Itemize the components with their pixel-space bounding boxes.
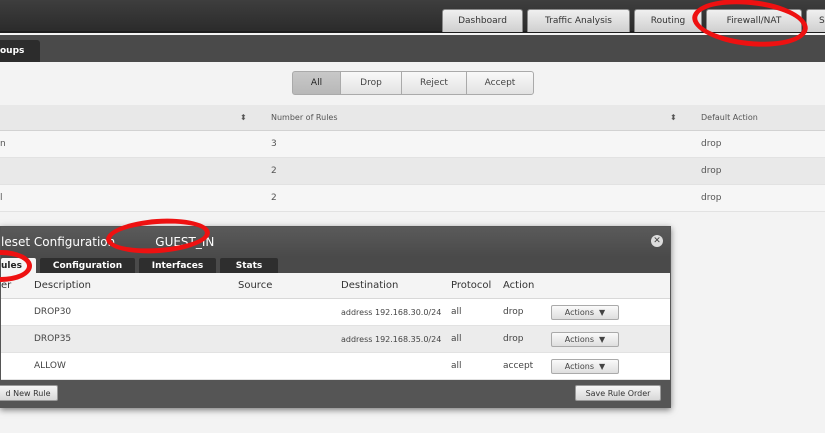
filter-drop-button[interactable]: Drop xyxy=(340,71,402,95)
ruleset-name: n xyxy=(0,139,6,149)
column-header-default-action[interactable]: Default Action xyxy=(701,105,758,130)
rule-destination: address 192.168.35.0/24 xyxy=(341,334,442,344)
column-header-destination[interactable]: Destination xyxy=(341,273,398,298)
filter-all-button[interactable]: All xyxy=(292,71,341,95)
tab-services[interactable]: Se xyxy=(806,9,825,32)
rule-protocol: all xyxy=(451,307,462,317)
table-row[interactable]: DROP30 address 192.168.30.0/24 all drop … xyxy=(1,299,670,326)
sort-icon[interactable]: ⬍ xyxy=(240,113,247,122)
tab-dashboard[interactable]: Dashboard xyxy=(442,9,523,32)
rules-table-header: er Description Source Destination Protoc… xyxy=(1,273,670,299)
default-action: drop xyxy=(701,139,722,149)
caret-down-icon: ▼ xyxy=(599,308,606,317)
caret-down-icon: ▼ xyxy=(599,362,606,371)
column-header-description[interactable]: Description xyxy=(34,273,91,298)
subtab-groups[interactable]: oups xyxy=(0,40,40,62)
rule-protocol: all xyxy=(451,334,462,344)
rule-description: ALLOW xyxy=(34,361,66,371)
tab-interfaces[interactable]: Interfaces xyxy=(139,258,216,273)
sort-icon[interactable]: ⬍ xyxy=(670,113,677,122)
rule-action: drop xyxy=(503,334,524,344)
column-header-protocol[interactable]: Protocol xyxy=(451,273,491,298)
rule-description: DROP30 xyxy=(34,307,72,317)
sub-nav-bar xyxy=(0,35,825,62)
column-header-action[interactable]: Action xyxy=(503,273,534,298)
rule-destination: address 192.168.30.0/24 xyxy=(341,307,442,317)
rule-action: accept xyxy=(503,361,534,371)
rulesets-table: ⬍ Number of Rules ⬍ Default Action n 3 d… xyxy=(0,105,825,212)
dialog-tabs: ules Configuration Interfaces Stats xyxy=(1,257,670,273)
rule-count: 2 xyxy=(271,193,277,203)
tab-stats[interactable]: Stats xyxy=(220,258,278,273)
caret-down-icon: ▼ xyxy=(599,335,606,344)
filter-reject-button[interactable]: Reject xyxy=(401,71,467,95)
rule-count: 2 xyxy=(271,166,277,176)
tab-traffic-analysis[interactable]: Traffic Analysis xyxy=(527,9,630,32)
table-header: ⬍ Number of Rules ⬍ Default Action xyxy=(0,105,825,131)
ruleset-config-dialog: leset Configuration GUEST_IN ✕ ules Conf… xyxy=(0,226,671,408)
table-row[interactable]: DROP35 address 192.168.35.0/24 all drop … xyxy=(1,326,670,353)
actions-dropdown-button[interactable]: Actions ▼ xyxy=(551,332,619,347)
actions-label: Actions xyxy=(564,362,595,371)
column-header-rules[interactable]: Number of Rules xyxy=(271,105,338,130)
actions-label: Actions xyxy=(564,308,595,317)
action-filter-group: All Drop Reject Accept xyxy=(292,71,534,95)
default-action: drop xyxy=(701,166,722,176)
actions-dropdown-button[interactable]: Actions ▼ xyxy=(551,305,619,320)
table-row[interactable]: n 3 drop xyxy=(0,131,825,158)
table-row[interactable]: 2 drop xyxy=(0,158,825,185)
table-row[interactable]: ALLOW all accept Actions ▼ xyxy=(1,353,670,380)
column-header-source[interactable]: Source xyxy=(238,273,272,298)
dialog-footer: d New Rule Save Rule Order xyxy=(0,380,670,407)
actions-dropdown-button[interactable]: Actions ▼ xyxy=(551,359,619,374)
actions-label: Actions xyxy=(564,335,595,344)
dialog-title: leset Configuration xyxy=(1,235,116,249)
close-icon[interactable]: ✕ xyxy=(651,235,663,247)
tab-configuration[interactable]: Configuration xyxy=(40,258,135,273)
ruleset-name: l xyxy=(0,193,3,203)
rule-count: 3 xyxy=(271,139,277,149)
filter-accept-button[interactable]: Accept xyxy=(466,71,534,95)
rule-action: drop xyxy=(503,307,524,317)
add-new-rule-button[interactable]: d New Rule xyxy=(0,385,58,401)
rule-description: DROP35 xyxy=(34,334,72,344)
rule-protocol: all xyxy=(451,361,462,371)
table-row[interactable]: l 2 drop xyxy=(0,185,825,212)
default-action: drop xyxy=(701,193,722,203)
dialog-title-bar: leset Configuration GUEST_IN ✕ xyxy=(1,227,670,257)
save-rule-order-button[interactable]: Save Rule Order xyxy=(575,385,661,401)
